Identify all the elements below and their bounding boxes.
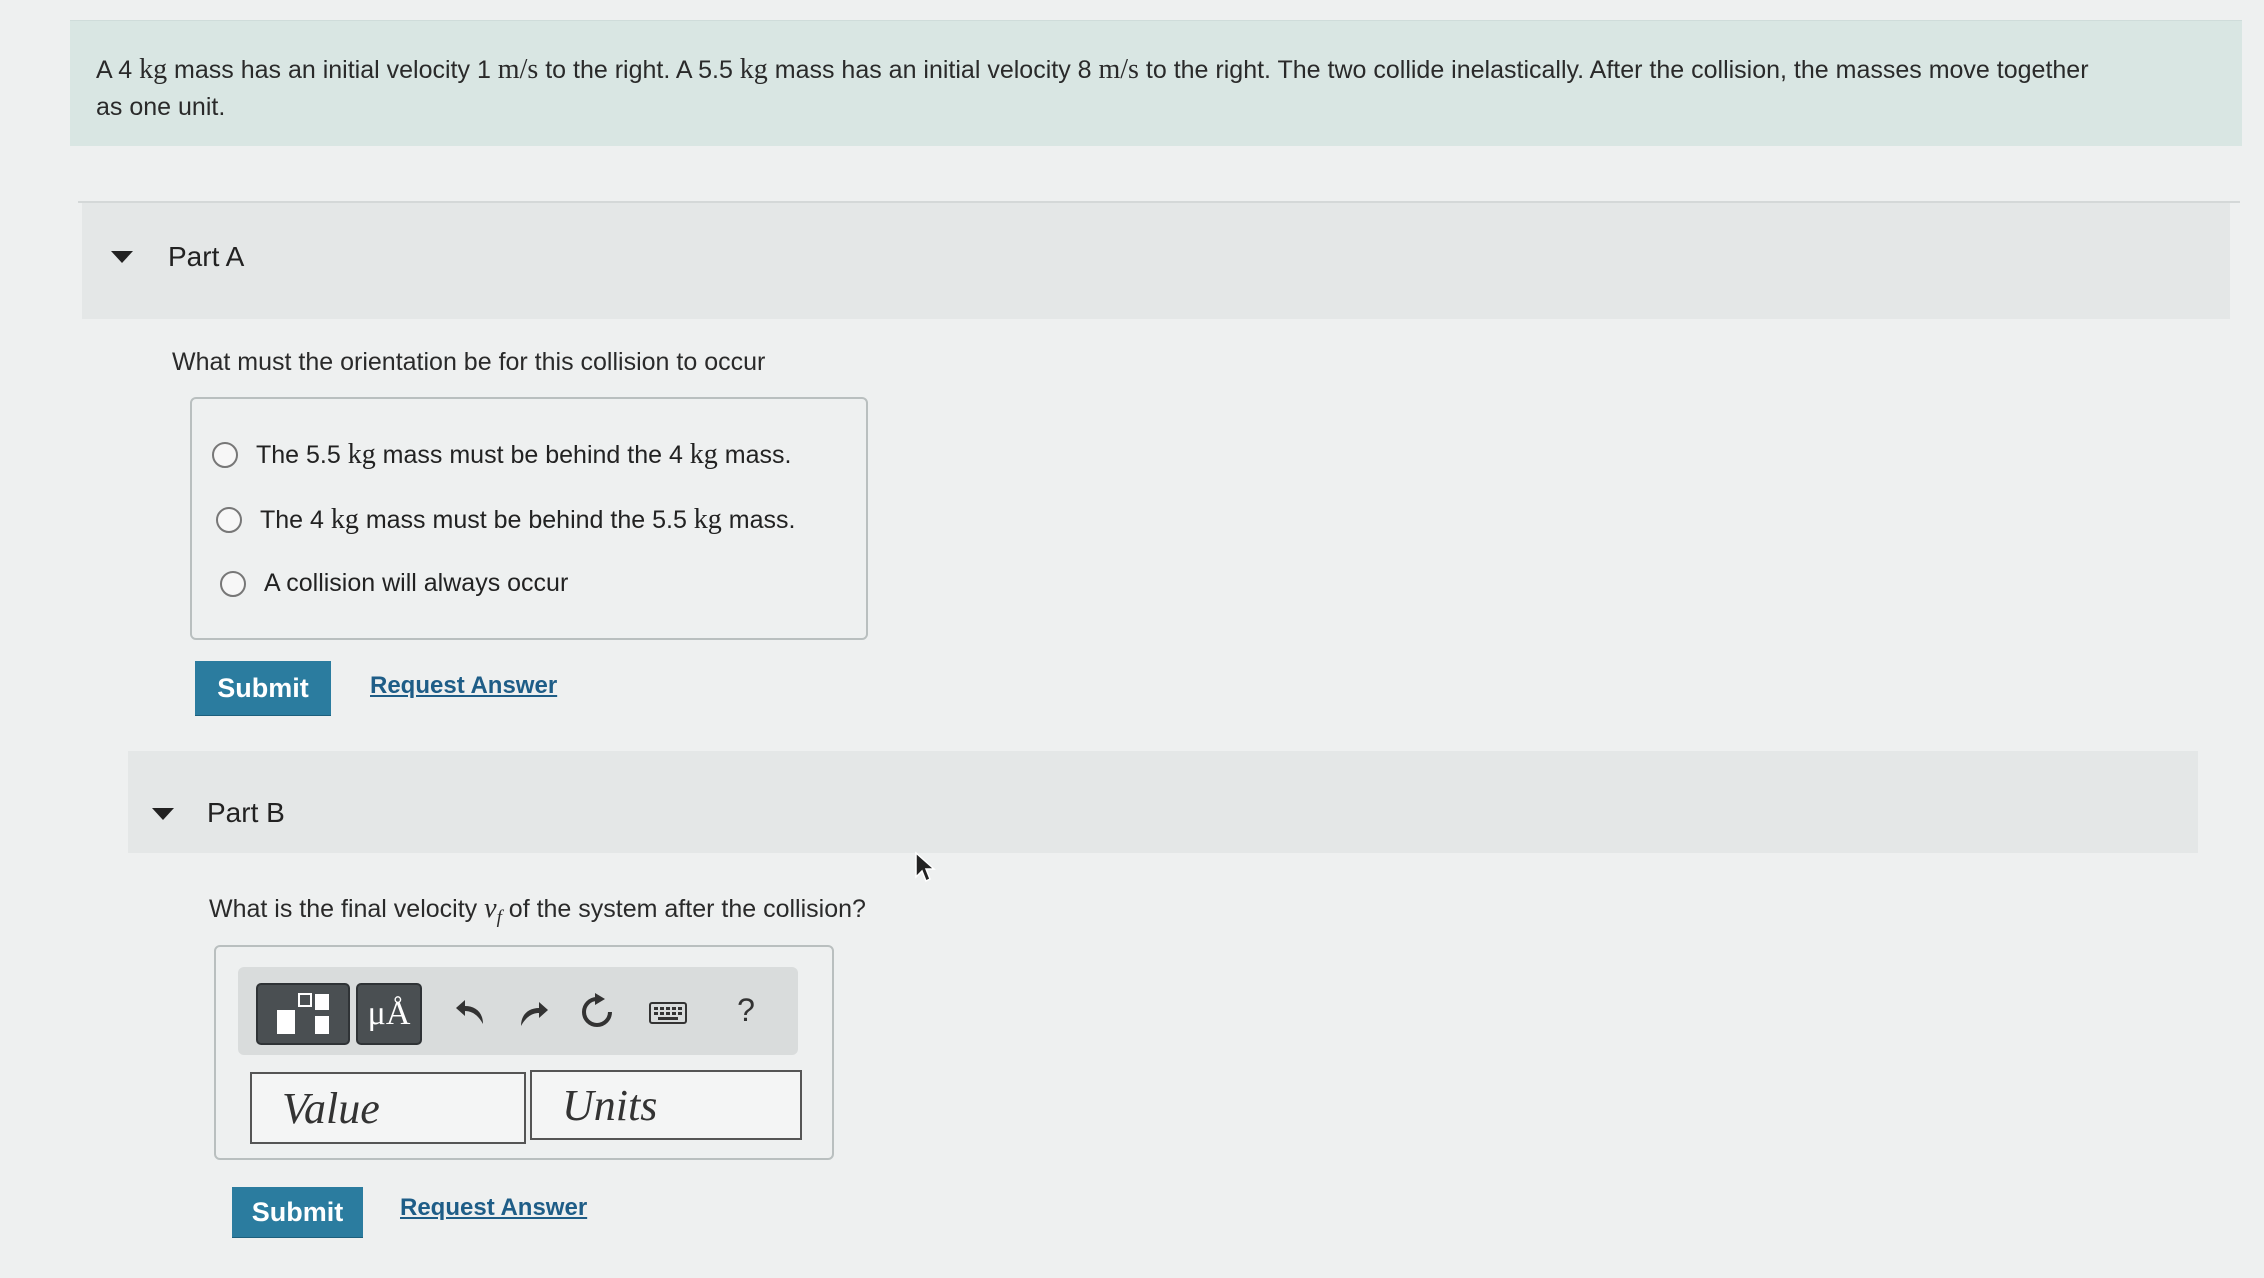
- help-button[interactable]: ?: [724, 987, 768, 1033]
- part-a-header[interactable]: Part A: [82, 203, 2230, 319]
- part-b-request-answer-link[interactable]: Request Answer: [400, 1194, 587, 1222]
- part-b-header[interactable]: Part B: [128, 751, 2198, 853]
- undo-icon: [456, 1000, 483, 1024]
- collapse-caret-icon[interactable]: [111, 251, 133, 263]
- undo-button[interactable]: [448, 989, 494, 1035]
- part-a-request-answer-link[interactable]: Request Answer: [370, 672, 557, 700]
- help-icon: ?: [737, 991, 755, 1028]
- reset-button[interactable]: [574, 989, 620, 1035]
- reset-icon: [582, 993, 612, 1027]
- problem-statement: A 4 kg mass has an initial velocity 1 m/…: [70, 20, 2242, 146]
- part-b-question: What is the final velocity vf of the sys…: [209, 893, 866, 928]
- radio-button[interactable]: [220, 570, 246, 597]
- choice-option-2[interactable]: The 4 kg mass must be behind the 5.5 kg …: [216, 504, 795, 536]
- mouse-cursor-icon: [915, 851, 936, 883]
- math-toolbar: μÅ ?: [238, 967, 798, 1055]
- templates-icon: [277, 993, 329, 1034]
- value-input[interactable]: Value: [250, 1072, 526, 1144]
- choice-option-3[interactable]: A collision will always occur: [220, 569, 568, 598]
- keyboard-icon: [649, 1002, 687, 1024]
- screen: A 4 kg mass has an initial velocity 1 m/…: [0, 0, 2264, 1278]
- problem-line-2: as one unit.: [96, 93, 226, 121]
- part-a-submit-button[interactable]: Submit: [195, 661, 331, 715]
- redo-icon: [521, 1002, 548, 1026]
- part-a-title: Part A: [168, 241, 245, 272]
- part-b-title: Part B: [207, 797, 285, 828]
- units-input[interactable]: Units: [530, 1070, 802, 1140]
- part-b-submit-button[interactable]: Submit: [232, 1187, 363, 1237]
- redo-button[interactable]: [510, 991, 556, 1037]
- collapse-caret-icon[interactable]: [152, 808, 174, 820]
- part-a-question: What must the orientation be for this co…: [172, 348, 766, 376]
- answer-input-area: μÅ ? Value Units: [214, 945, 834, 1160]
- radio-button[interactable]: [212, 442, 238, 468]
- units-button[interactable]: μÅ: [356, 983, 422, 1045]
- choices-group: The 5.5 kg mass must be behind the 4 kg …: [190, 397, 868, 640]
- problem-line-1: A 4 kg mass has an initial velocity 1 m/…: [96, 54, 2089, 85]
- keyboard-button[interactable]: [642, 993, 694, 1033]
- choice-option-1[interactable]: The 5.5 kg mass must be behind the 4 kg …: [212, 439, 791, 471]
- radio-button[interactable]: [216, 507, 242, 533]
- templates-button[interactable]: [256, 983, 350, 1045]
- units-icon: μÅ: [367, 995, 411, 1032]
